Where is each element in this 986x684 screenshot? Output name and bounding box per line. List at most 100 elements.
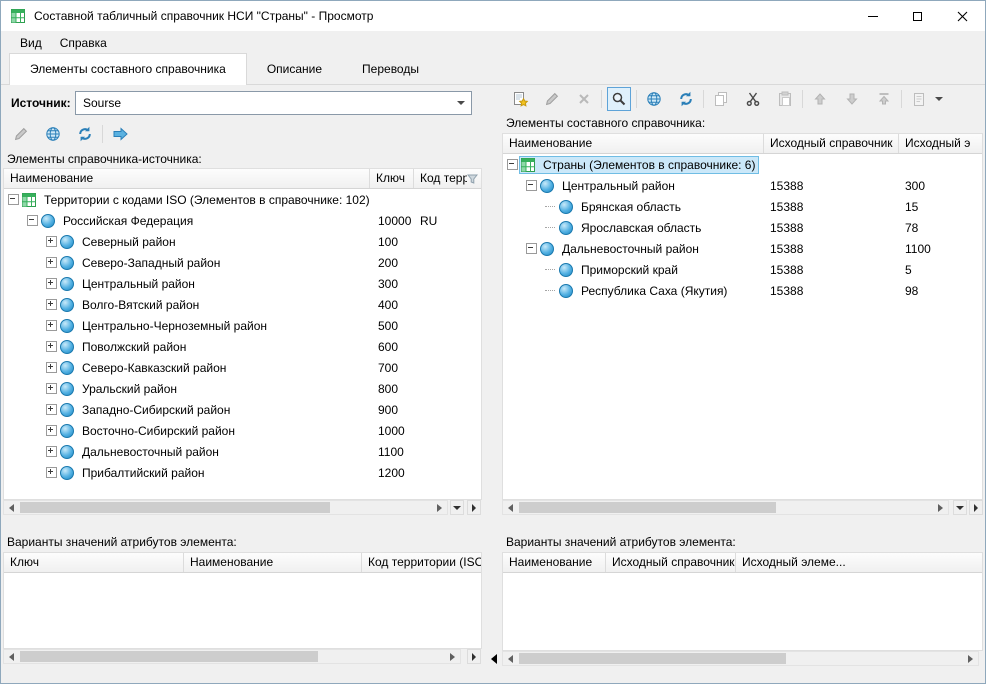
add-element-button[interactable] — [508, 87, 532, 111]
tree-row[interactable]: Республика Саха (Якутия) 15388 98 — [503, 280, 982, 301]
expander-icon[interactable] — [507, 154, 518, 175]
scroll-left-button[interactable] — [4, 650, 19, 663]
refresh-button[interactable] — [73, 122, 97, 146]
tab-translations[interactable]: Переводы — [342, 54, 439, 84]
scroll-right-button[interactable] — [933, 501, 948, 514]
filter-funnel-icon[interactable] — [467, 174, 478, 184]
menu-view[interactable]: Вид — [11, 32, 51, 54]
tree-row[interactable]: Центральный район 15388 300 — [503, 175, 982, 196]
expander-icon[interactable] — [46, 399, 57, 420]
collapse-splitter-button[interactable] — [490, 651, 498, 667]
scroll-right-button[interactable] — [445, 650, 460, 663]
expander-icon[interactable] — [46, 294, 57, 315]
column-header-source-elem[interactable]: Исходный э — [899, 134, 982, 153]
tree-row[interactable]: Страны (Элементов в справочнике: 6) — [503, 154, 982, 175]
scroll-left-button[interactable] — [503, 501, 518, 514]
column-header-name[interactable]: Наименование — [184, 553, 362, 572]
column-chooser-button[interactable] — [450, 500, 464, 515]
expander-icon[interactable] — [46, 252, 57, 273]
cut-button[interactable] — [741, 87, 765, 111]
expander-icon[interactable] — [46, 378, 57, 399]
panel-splitter[interactable] — [490, 85, 498, 683]
open-in-target-button[interactable] — [108, 122, 132, 146]
scroll-track[interactable] — [19, 650, 445, 663]
expand-panel-button[interactable] — [467, 649, 481, 664]
tree-row[interactable]: Дальневосточный район 15388 1100 — [503, 238, 982, 259]
tree-row[interactable]: Северо-Кавказский район 700 — [4, 357, 481, 378]
expander-icon[interactable] — [526, 238, 537, 259]
expander-icon[interactable] — [545, 217, 556, 238]
expander-icon[interactable] — [46, 462, 57, 483]
tree-row[interactable]: Северо-Западный район 200 — [4, 252, 481, 273]
column-header-source-elem[interactable]: Исходный элеме... — [736, 553, 982, 572]
composite-tree-hscrollbar[interactable] — [502, 500, 949, 515]
expander-icon[interactable] — [46, 231, 57, 252]
expander-icon[interactable] — [545, 196, 556, 217]
column-header-key[interactable]: Ключ — [4, 553, 184, 572]
expander-icon[interactable] — [526, 175, 537, 196]
close-button[interactable] — [940, 1, 985, 31]
delete-element-button[interactable] — [572, 87, 596, 111]
tree-row[interactable]: Российская Федерация 10000 RU — [4, 210, 481, 231]
column-header-source-ref[interactable]: Исходный справочник — [764, 134, 899, 153]
expander-icon[interactable] — [545, 280, 556, 301]
tree-row[interactable]: Дальневосточный район 1100 — [4, 441, 481, 462]
maximize-button[interactable] — [895, 1, 940, 31]
scroll-right-button[interactable] — [963, 652, 978, 665]
expander-icon[interactable] — [46, 357, 57, 378]
scroll-thumb[interactable] — [519, 653, 786, 664]
expander-icon[interactable] — [8, 189, 19, 210]
chevron-down-icon[interactable] — [451, 101, 471, 105]
clipboard-history-button[interactable] — [907, 87, 931, 111]
column-header-name[interactable]: Наименование — [4, 169, 370, 188]
sync-source-button[interactable] — [41, 122, 65, 146]
expander-icon[interactable] — [46, 315, 57, 336]
move-top-button[interactable] — [872, 87, 896, 111]
tree-row[interactable]: Ярославская область 15388 78 — [503, 217, 982, 238]
column-header-name[interactable]: Наименование — [503, 553, 606, 572]
expand-panel-button[interactable] — [969, 500, 983, 515]
expander-icon[interactable] — [46, 336, 57, 357]
tree-row[interactable]: Приморский край 15388 5 — [503, 259, 982, 280]
edit-button[interactable] — [9, 122, 33, 146]
tab-elements[interactable]: Элементы составного справочника — [9, 53, 247, 85]
expand-panel-button[interactable] — [467, 500, 481, 515]
refresh-button[interactable] — [674, 87, 698, 111]
column-header-code[interactable]: Код территории (ISO — [362, 553, 481, 572]
expander-icon[interactable] — [46, 441, 57, 462]
expander-icon[interactable] — [46, 420, 57, 441]
tab-description[interactable]: Описание — [247, 54, 342, 84]
expander-icon[interactable] — [27, 210, 38, 231]
composite-attrs-hscrollbar[interactable] — [502, 651, 979, 666]
scroll-thumb[interactable] — [519, 502, 776, 513]
toolbar-overflow-button[interactable] — [931, 87, 947, 111]
search-button[interactable] — [607, 87, 631, 111]
tree-row[interactable]: Прибалтийский район 1200 — [4, 462, 481, 483]
column-chooser-button[interactable] — [953, 500, 967, 515]
tree-row[interactable]: Восточно-Сибирский район 1000 — [4, 420, 481, 441]
minimize-button[interactable] — [850, 1, 895, 31]
tree-row[interactable]: Северный район 100 — [4, 231, 481, 252]
scroll-track[interactable] — [518, 652, 963, 665]
tree-row[interactable]: Уральский район 800 — [4, 378, 481, 399]
column-header-name[interactable]: Наименование — [503, 134, 764, 153]
source-attrs-hscrollbar[interactable] — [3, 649, 461, 664]
edit-element-button[interactable] — [540, 87, 564, 111]
move-down-button[interactable] — [840, 87, 864, 111]
source-tree-hscrollbar[interactable] — [3, 500, 448, 515]
scroll-left-button[interactable] — [503, 652, 518, 665]
scroll-track[interactable] — [518, 501, 933, 514]
move-up-button[interactable] — [808, 87, 832, 111]
tree-row[interactable]: Брянская область 15388 15 — [503, 196, 982, 217]
tree-row[interactable]: Западно-Сибирский район 900 — [4, 399, 481, 420]
column-header-source-ref[interactable]: Исходный справочник — [606, 553, 736, 572]
tree-row[interactable]: Центральный район 300 — [4, 273, 481, 294]
column-header-code[interactable]: Код терр — [414, 169, 481, 188]
tree-row[interactable]: Поволжский район 600 — [4, 336, 481, 357]
sync-button[interactable] — [642, 87, 666, 111]
column-header-key[interactable]: Ключ — [370, 169, 414, 188]
scroll-thumb[interactable] — [20, 651, 318, 662]
paste-button[interactable] — [773, 87, 797, 111]
scroll-thumb[interactable] — [20, 502, 330, 513]
copy-button[interactable] — [709, 87, 733, 111]
